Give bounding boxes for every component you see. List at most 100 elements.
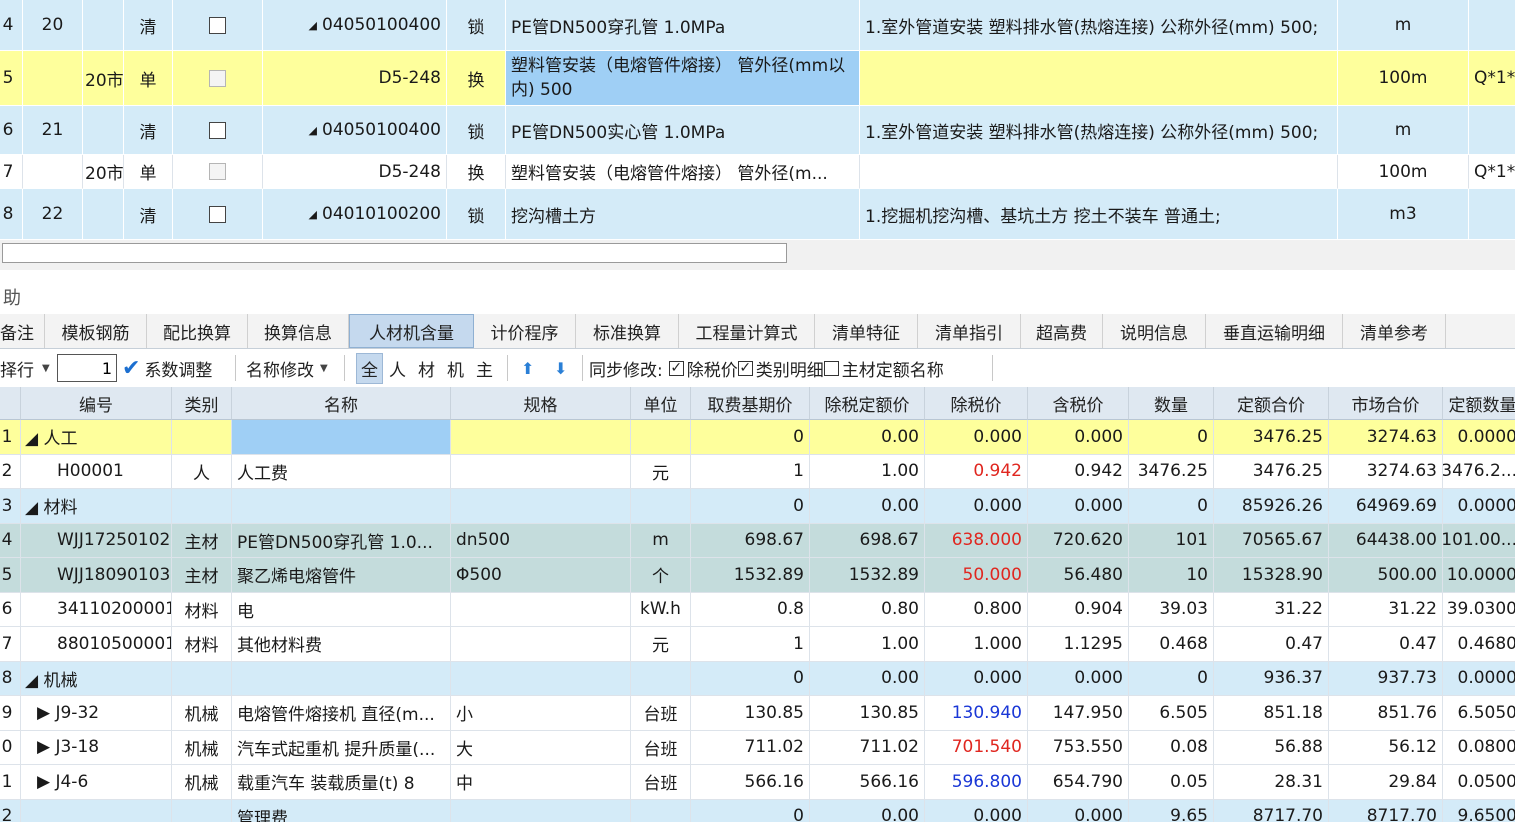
rename-dropdown[interactable]: 名称修改 ▼ — [246, 349, 328, 387]
resource-row[interactable]: 8 ◢ 机械 0 0.00 0.000 0.000 0 936.37 937.73 0.0000 — [0, 661, 1515, 696]
tab-7[interactable]: 工程量计算式 — [679, 314, 815, 348]
row-lock: 换 — [447, 155, 506, 189]
resource-row[interactable]: 0 ▶ J3-18 机械 汽车式起重机 提升质量(... 大台班 711.02 711.02… — [0, 730, 1515, 765]
row-unit: 100m — [1338, 51, 1469, 106]
cell-unit: 台班 — [631, 696, 691, 731]
opt-category-checkbox[interactable]: ✓ — [737, 360, 753, 376]
cell-quantity: 0 — [1129, 420, 1214, 455]
tab-0[interactable]: 备注 — [0, 314, 45, 348]
filter-labor[interactable]: 人 — [389, 356, 406, 381]
cell-name: 人工费 — [232, 454, 451, 489]
cell-quota-total: 56.88 — [1214, 730, 1329, 765]
col-header-quota-total[interactable]: 定额合价 — [1214, 387, 1329, 420]
row-index: 7 — [0, 155, 23, 189]
filter-all[interactable]: 全 — [356, 352, 383, 384]
opt-taxfree-checkbox[interactable]: ✓ — [668, 360, 684, 376]
col-header-quota-qty[interactable]: 定额数量 — [1443, 387, 1515, 420]
insert-row-dropdown[interactable]: 择行 ▼ — [0, 349, 50, 387]
col-header-code[interactable]: 编号 — [21, 387, 172, 420]
cell-category: 机械 — [172, 696, 232, 731]
row-checkbox[interactable] — [209, 163, 226, 180]
row-checkbox[interactable] — [209, 121, 226, 139]
tab-6[interactable]: 标准换算 — [576, 314, 679, 348]
move-down-button[interactable]: ⬇ — [554, 349, 567, 387]
cell-name: 汽车式起重机 提升质量(... — [232, 730, 451, 765]
bill-row[interactable]: 5 20市单 D5-248 换塑料管安装（电熔管件熔接） 管外径(mm以内) 500 1… — [0, 51, 1515, 106]
row-checkbox[interactable] — [209, 69, 226, 87]
resource-row[interactable]: 2 H00001 人人工费元 1 1.00 0.942 0.942 3476.25 3476.2… — [0, 454, 1515, 489]
resource-row[interactable]: 9 ▶ J9-32 机械 电熔管件熔接机 直径(m... 小台班 130.85 130.85… — [0, 696, 1515, 731]
tab-5[interactable]: 计价程序 — [474, 314, 576, 348]
bill-row[interactable]: 7 20市单 D5-248 换塑料管安装（电熔管件熔接） 管外径(m... 100m Q*… — [0, 155, 1515, 189]
tab-10[interactable]: 超高费 — [1021, 314, 1103, 348]
arrow-down-icon: ⬇ — [554, 358, 568, 378]
cell-market-total: 56.12 — [1329, 730, 1443, 765]
col-header-market-total[interactable]: 市场合价 — [1329, 387, 1443, 420]
col-header-base-price[interactable]: 取费基期价 — [691, 387, 810, 420]
col-header-category[interactable]: 类别 — [172, 387, 232, 420]
col-header-taxfree-quota-price[interactable]: 除税定额价 — [810, 387, 925, 420]
resource-row[interactable]: 3 ◢ 材料 0 0.00 0.000 0.000 0 85926.26 64969.69 0.0… — [0, 489, 1515, 524]
filter-main[interactable]: 主 — [476, 356, 493, 381]
row-index: 5 — [0, 51, 23, 106]
tab-11[interactable]: 说明信息 — [1103, 314, 1206, 348]
cell-base-price: 130.85 — [691, 696, 810, 731]
row-index: 6 — [0, 106, 23, 155]
cell-base-price: 566.16 — [691, 765, 810, 800]
tab-13[interactable]: 清单参考 — [1343, 314, 1446, 348]
tab-4[interactable]: 人材机含量 — [349, 314, 474, 348]
cell-name[interactable] — [232, 420, 451, 455]
opt-main-name-checkbox[interactable] — [823, 360, 839, 376]
tab-8[interactable]: 清单特征 — [815, 314, 918, 348]
cell-code: ▶ J9-32 — [21, 696, 172, 731]
resource-row[interactable]: 1 ◢ 人工 0 0.00 0.000 0.000 0 3476.25 3274.63 0.000… — [0, 420, 1515, 455]
cell-quantity: 9.65 — [1129, 799, 1214, 822]
resource-row[interactable]: 2 管理费 0 0.00 0.000 0.000 9.65 8717.70 8717.70 9.6… — [0, 799, 1515, 822]
cell-base-price: 1 — [691, 627, 810, 662]
collapse-triangle-icon[interactable]: ◢ — [309, 19, 317, 32]
resource-row[interactable]: 5 WJJ18090103 主材 聚乙烯电熔管件 Φ500 个 1532.89 1532.89… — [0, 558, 1515, 593]
resource-row[interactable]: 4 WJJ17250102 主材 PE管DN500穿孔管 1.0... dn500 m 69… — [0, 523, 1515, 558]
row-feature — [860, 155, 1338, 189]
horizontal-scrollbar[interactable] — [0, 240, 1515, 270]
resource-row[interactable]: 6 34110200001 材料电 kW.h 0.8 0.80 0.800 0.904 39.0… — [0, 592, 1515, 627]
row-code: ◢ 04010100200 — [263, 189, 447, 240]
tab-1[interactable]: 模板钢筋 — [45, 314, 147, 348]
col-header-tax-price[interactable]: 含税价 — [1028, 387, 1129, 420]
filter-machine[interactable]: 机 — [447, 356, 464, 381]
col-header-quantity[interactable]: 数量 — [1129, 387, 1214, 420]
cell-idx: 4 — [0, 523, 21, 558]
row-code-text: 04010100200 — [322, 204, 441, 224]
col-header-taxfree-price[interactable]: 除税价 — [925, 387, 1028, 420]
collapse-triangle-icon[interactable]: ◢ — [309, 208, 317, 221]
count-input[interactable] — [57, 354, 117, 382]
tab-2[interactable]: 配比换算 — [147, 314, 248, 348]
row-checkbox[interactable] — [209, 16, 226, 34]
filter-material[interactable]: 材 — [418, 356, 435, 381]
row-checkbox[interactable] — [209, 205, 226, 223]
cell-taxfree-price: 1.000 — [925, 627, 1028, 662]
cell-code — [21, 799, 172, 822]
tab-3[interactable]: 换算信息 — [248, 314, 349, 348]
bill-row[interactable]: 6 21 清 ◢ 04050100400 锁 PE管DN500实心管 1.0MPa 1.室外管… — [0, 106, 1515, 155]
col-header-idx[interactable] — [0, 387, 21, 420]
col-header-spec[interactable]: 规格 — [451, 387, 631, 420]
row-name[interactable]: 塑料管安装（电熔管件熔接） 管外径(mm以内) 500 — [506, 51, 860, 106]
scrollbar-thumb[interactable] — [2, 243, 787, 263]
coef-adjust-button[interactable]: ✔ 系数调整 — [122, 349, 212, 387]
tab-12[interactable]: 垂直运输明细 — [1206, 314, 1343, 348]
cell-taxfree-quota-price: 0.00 — [810, 799, 925, 822]
col-header-unit[interactable]: 单位 — [631, 387, 691, 420]
tab-9[interactable]: 清单指引 — [918, 314, 1021, 348]
cell-idx: 0 — [0, 730, 21, 765]
row-source: 20市 — [83, 51, 124, 106]
collapse-triangle-icon[interactable]: ◢ — [309, 124, 317, 137]
bill-row[interactable]: 8 22 清 ◢ 04010100200 锁挖沟槽土方 1.挖掘机挖沟槽、基坑土方 挖土不装… — [0, 189, 1515, 240]
bill-row[interactable]: 4 20 清 ◢ 04050100400 锁 PE管DN500穿孔管 1.0MPa 1.室外管… — [0, 0, 1515, 51]
row-feature — [860, 51, 1338, 106]
cell-quota-qty: 0.0000 — [1443, 489, 1515, 524]
resource-row[interactable]: 1 ▶ J4-6 机械 载重汽车 装载质量(t) 8 中台班 566.16 566.16 59… — [0, 765, 1515, 800]
col-header-name[interactable]: 名称 — [232, 387, 451, 420]
move-up-button[interactable]: ⬆ — [521, 349, 534, 387]
resource-row[interactable]: 7 88010500001 材料 其他材料费元 1 1.00 1.000 1.1295 0.46… — [0, 627, 1515, 662]
